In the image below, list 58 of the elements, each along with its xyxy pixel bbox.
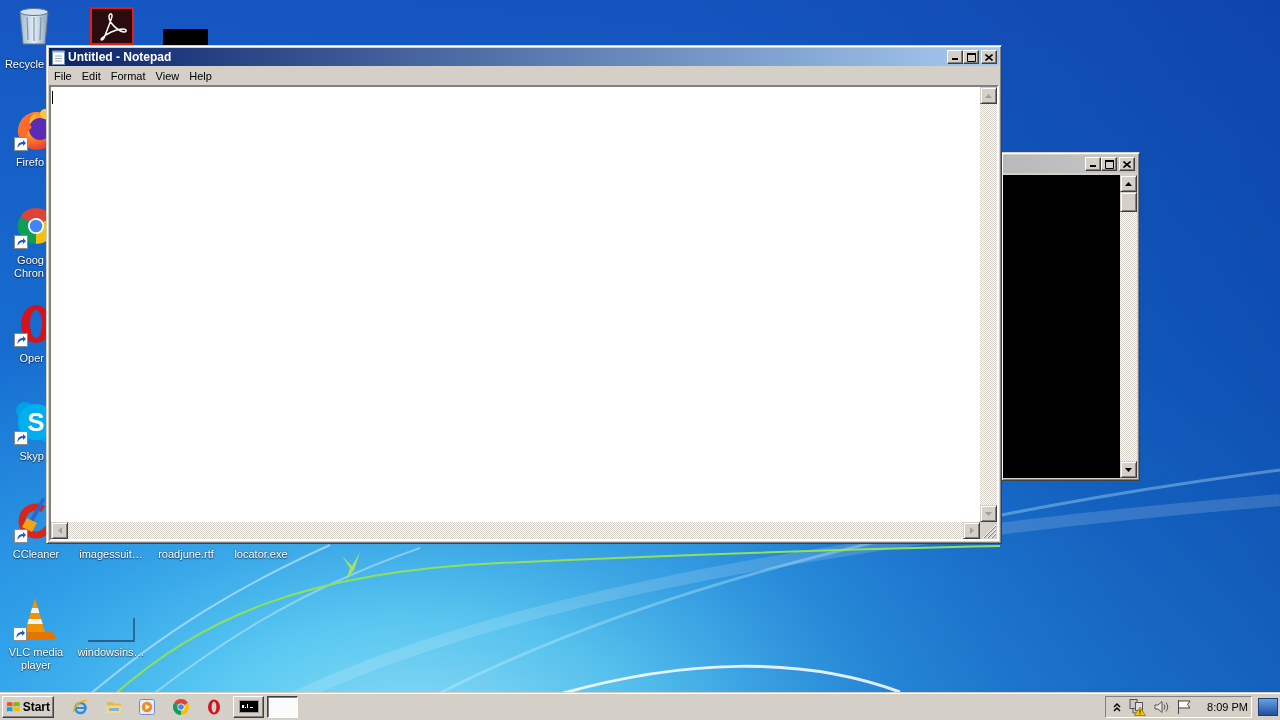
up-arrow-icon	[985, 93, 992, 98]
horizontal-scrollbar[interactable]	[51, 522, 980, 539]
vertical-scrollbar[interactable]	[980, 87, 997, 522]
console-icon	[238, 700, 259, 713]
maximize-button[interactable]	[963, 50, 979, 64]
blank-tile-icon[interactable]	[163, 29, 208, 45]
letter-o-ring-icon[interactable]	[206, 698, 222, 715]
taskbar-button[interactable]	[267, 695, 298, 718]
maximize-icon	[1104, 159, 1114, 169]
menu-item[interactable]: Help	[184, 67, 217, 84]
show-desktop-icon[interactable]	[1258, 697, 1278, 716]
browser-circle-icon[interactable]	[172, 698, 189, 715]
chevron-up-icon[interactable]	[1113, 701, 1121, 712]
close-icon	[985, 53, 993, 61]
icon-label[interactable]: Goog Chron	[0, 254, 44, 280]
scroll-up-button[interactable]	[980, 87, 997, 104]
file-outline-icon[interactable]	[88, 618, 135, 642]
maximize-icon	[966, 52, 976, 62]
scroll-down-button[interactable]	[980, 505, 997, 522]
close-button[interactable]	[981, 50, 997, 64]
scroll-up-button[interactable]	[1120, 175, 1137, 192]
scroll-right-button[interactable]	[963, 522, 980, 539]
down-arrow-icon	[985, 511, 992, 516]
icon-label[interactable]: Recycle	[0, 58, 44, 71]
speaker-icon[interactable]	[1153, 698, 1169, 715]
notepad-icon	[52, 49, 65, 65]
menu-item[interactable]: File	[49, 67, 77, 84]
network-warning-icon[interactable]	[1128, 697, 1146, 716]
minimize-button[interactable]	[947, 50, 963, 64]
start-button[interactable]: Start	[2, 695, 54, 718]
resize-grip-icon[interactable]	[980, 522, 997, 539]
trash-can-icon[interactable]	[16, 5, 52, 45]
icon-label[interactable]: Skyp	[0, 450, 44, 463]
icon-label[interactable]: Oper	[0, 352, 44, 365]
scroll-down-button[interactable]	[1120, 461, 1137, 478]
down-arrow-icon	[1125, 467, 1132, 472]
right-arrow-icon	[969, 527, 974, 534]
menu-item[interactable]: Format	[105, 67, 151, 84]
icon-label[interactable]: Firefo	[0, 156, 44, 169]
left-arrow-icon	[57, 527, 62, 534]
bird-drawing	[342, 552, 360, 580]
icon-label[interactable]: imagessuit…	[74, 548, 148, 561]
start-logo-icon	[6, 699, 21, 714]
minimize-icon	[1090, 165, 1096, 167]
up-arrow-icon	[1125, 181, 1132, 186]
clock[interactable]: 8:09 PM	[1207, 700, 1248, 713]
menu-item[interactable]: Edit	[76, 67, 106, 84]
scroll-left-button[interactable]	[51, 522, 68, 539]
vertical-scrollbar[interactable]	[1120, 175, 1137, 478]
minimize-icon	[952, 58, 958, 60]
icon-label[interactable]: CCleaner	[0, 548, 72, 561]
flag-icon[interactable]	[1176, 698, 1192, 715]
scroll-thumb[interactable]	[1120, 192, 1137, 212]
swirl-app-icon[interactable]	[90, 7, 134, 45]
close-icon	[1123, 160, 1131, 168]
media-player-icon[interactable]	[139, 698, 155, 715]
menu-item[interactable]: View	[150, 67, 185, 84]
window-title: Untitled - Notepad	[68, 50, 172, 64]
